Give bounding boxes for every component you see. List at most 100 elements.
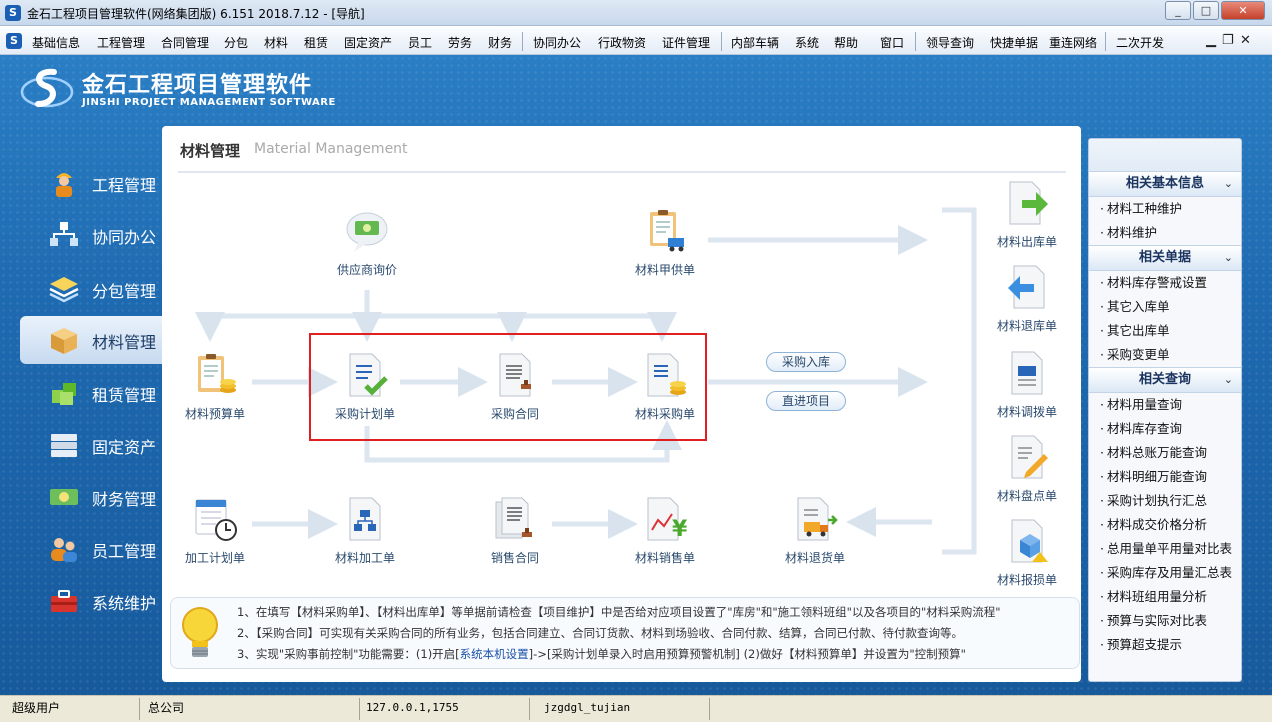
sidebar-link[interactable]: 采购库存及用量汇总表 (1089, 561, 1241, 585)
sidebar-link[interactable]: 其它出库单 (1089, 319, 1241, 343)
document-warning-icon (1011, 519, 1048, 563)
chevron-down-icon[interactable]: ⌄ (1224, 368, 1233, 392)
node-label: 材料加工单 (334, 551, 395, 565)
menu-item-reconnect[interactable]: 重连网络 (1049, 34, 1097, 51)
chevron-down-icon[interactable]: ⌄ (1224, 246, 1233, 270)
document-transfer-icon (1011, 351, 1043, 395)
menu-item-labor[interactable]: 劳务 (448, 34, 472, 51)
node-purchase-plan[interactable]: 采购计划单 (320, 352, 410, 422)
menu-item-project[interactable]: 工程管理 (97, 34, 145, 51)
chevron-down-icon[interactable]: ⌄ (1224, 172, 1233, 196)
sidebar-link[interactable]: 材料明细万能查询 (1089, 465, 1241, 489)
nav-item-staff[interactable]: 员工管理 (20, 525, 162, 573)
menu-item-system[interactable]: 系统 (795, 34, 819, 51)
menu-item-dev[interactable]: 二次开发 (1116, 34, 1164, 51)
worker-icon (56, 173, 72, 197)
brand-title: 金石工程项目管理软件 (82, 73, 313, 98)
sidebar-link[interactable]: 其它入库单 (1089, 295, 1241, 319)
sidebar-link[interactable]: 材料库存警戒设置 (1089, 271, 1241, 295)
server-icon (51, 434, 77, 457)
menu-item-office[interactable]: 协同办公 (533, 34, 581, 51)
sidebar-link[interactable]: 材料用量查询 (1089, 393, 1241, 417)
nav-label: 材料管理 (92, 333, 157, 352)
nav-item-finance[interactable]: 财务管理 (20, 473, 162, 521)
node-budget[interactable]: 材料预算单 (170, 352, 260, 422)
sidebar-link[interactable]: 材料成交价格分析 (1089, 513, 1241, 537)
mdi-minimize-button[interactable]: ▁ (1206, 33, 1216, 48)
nav-item-material[interactable]: 材料管理 (20, 316, 162, 364)
app-logo-icon[interactable]: S (5, 5, 21, 21)
nav-label: 系统维护 (92, 594, 157, 613)
node-purchase-order[interactable]: 材料采购单 (620, 352, 710, 422)
section-forms[interactable]: 相关单据 ⌄ (1089, 245, 1241, 271)
node-sales-contract[interactable]: 销售合同 (470, 496, 560, 566)
menu-item-staff[interactable]: 员工 (408, 34, 432, 51)
node-transfer[interactable]: 材料调拨单 (982, 350, 1072, 420)
nav-item-office[interactable]: 协同办公 (20, 211, 162, 259)
sidebar-link[interactable]: 采购变更单 (1089, 343, 1241, 367)
nav-item-system[interactable]: 系统维护 (20, 577, 162, 625)
section-queries[interactable]: 相关查询 ⌄ (1089, 367, 1241, 393)
sidebar-link[interactable]: 材料班组用量分析 (1089, 585, 1241, 609)
lightbulb-icon (182, 607, 218, 657)
status-bar: 超级用户 总公司 127.0.0.1,1755 jzgdgl_tujian (0, 695, 1272, 722)
system-settings-link[interactable]: 系统本机设置 (460, 647, 529, 661)
menu-item-material[interactable]: 材料 (264, 34, 288, 51)
node-outbound[interactable]: 材料出库单 (982, 180, 1072, 250)
direct-project-button[interactable]: 直进项目 (766, 391, 846, 411)
nav-label: 分包管理 (92, 282, 157, 301)
nav-item-project[interactable]: 工程管理 (20, 159, 162, 207)
brand-logo-icon (20, 68, 74, 108)
document-stamp-icon (499, 353, 531, 397)
node-return-goods[interactable]: 材料退货单 (770, 496, 860, 566)
sidebar-link[interactable]: 总用量单平用量对比表 (1089, 537, 1241, 561)
menu-item-window[interactable]: 窗口 (880, 34, 904, 51)
node-processing[interactable]: 材料加工单 (320, 496, 410, 566)
menu-item-leader-query[interactable]: 领导查询 (926, 34, 974, 51)
brand-subtitle: JINSHI PROJECT MANAGEMENT SOFTWARE (82, 97, 336, 108)
sidebar-link[interactable]: 材料维护 (1089, 221, 1241, 245)
menu-item-vehicles[interactable]: 内部车辆 (731, 34, 779, 51)
nav-item-fixed-assets[interactable]: 固定资产 (20, 421, 162, 469)
node-supplier-inquiry[interactable]: 供应商询价 (322, 208, 412, 278)
svg-text:¥: ¥ (672, 517, 688, 542)
menu-item-subcontract[interactable]: 分包 (224, 34, 248, 51)
node-damage[interactable]: 材料报损单 (982, 518, 1072, 588)
sidebar-link[interactable]: 预算超支提示 (1089, 633, 1241, 657)
nav-item-lease[interactable]: 租赁管理 (20, 369, 162, 417)
menu-item-certificates[interactable]: 证件管理 (662, 34, 710, 51)
document-check-icon (349, 353, 388, 397)
mdi-restore-button[interactable]: ❐ (1222, 33, 1234, 48)
documents-stamp-icon (495, 497, 532, 539)
minimize-button[interactable]: _ (1165, 1, 1191, 20)
maximize-button[interactable]: □ (1193, 1, 1219, 20)
menu-item-finance[interactable]: 财务 (488, 34, 512, 51)
sidebar-link[interactable]: 采购计划执行汇总 (1089, 489, 1241, 513)
menu-item-fixed-assets[interactable]: 固定资产 (344, 34, 392, 51)
section-basic-info[interactable]: 相关基本信息 ⌄ (1089, 171, 1241, 197)
node-processing-plan[interactable]: 加工计划单 (170, 496, 260, 566)
menu-item-admin-supplies[interactable]: 行政物资 (598, 34, 646, 51)
node-return-stock[interactable]: 材料退库单 (982, 264, 1072, 334)
sidebar-link[interactable]: 材料工种维护 (1089, 197, 1241, 221)
sidebar-link[interactable]: 预算与实际对比表 (1089, 609, 1241, 633)
document-pencil-icon (1011, 435, 1048, 479)
mdi-close-button[interactable]: ✕ (1240, 33, 1251, 48)
node-sales[interactable]: ¥ 材料销售单 (620, 496, 710, 566)
node-inventory[interactable]: 材料盘点单 (982, 434, 1072, 504)
menu-item-quick-forms[interactable]: 快捷单据 (990, 34, 1038, 51)
sidebar-link[interactable]: 材料库存查询 (1089, 417, 1241, 441)
close-button[interactable]: ✕ (1221, 1, 1265, 20)
node-purchase-contract[interactable]: 采购合同 (470, 352, 560, 422)
menu-item-basic-info[interactable]: 基础信息 (32, 34, 80, 51)
nav-item-subcontract[interactable]: 分包管理 (20, 265, 162, 313)
menu-item-help[interactable]: 帮助 (834, 34, 858, 51)
sidebar-link[interactable]: 材料总账万能查询 (1089, 441, 1241, 465)
node-owner-supply[interactable]: 材料甲供单 (620, 208, 710, 278)
node-label: 材料预算单 (184, 407, 245, 421)
menu-item-contract[interactable]: 合同管理 (161, 34, 209, 51)
purchase-in-button[interactable]: 采购入库 (766, 352, 846, 372)
system-menu-icon[interactable]: S (6, 33, 22, 49)
nav-label: 员工管理 (92, 542, 157, 561)
menu-item-lease[interactable]: 租赁 (304, 34, 328, 51)
